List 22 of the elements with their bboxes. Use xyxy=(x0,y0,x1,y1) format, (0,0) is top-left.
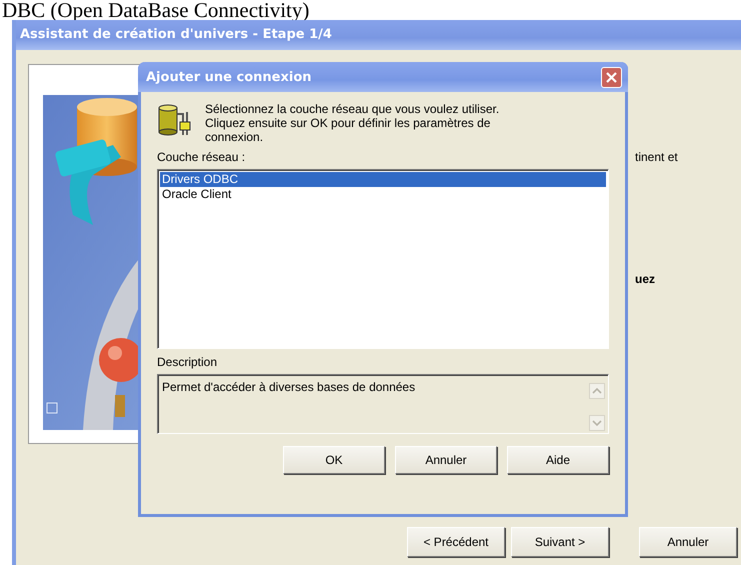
nav-button[interactable]: < Précédent xyxy=(407,527,505,557)
close-button[interactable] xyxy=(601,66,622,88)
wizard-text: uez xyxy=(635,272,656,286)
dialog-button[interactable]: Aide xyxy=(507,446,609,474)
list-item[interactable]: Drivers ODBC xyxy=(160,172,606,187)
list-item[interactable]: Oracle Client xyxy=(160,187,606,202)
cancel-button[interactable]: Annuler xyxy=(639,527,737,557)
description-label: Description xyxy=(157,355,218,369)
nav-button[interactable]: Suivant > xyxy=(511,527,609,557)
dialog-button[interactable]: OK xyxy=(283,446,385,474)
wizard-text: tinent et xyxy=(635,150,678,164)
instruction-text: Sélectionnez la couche réseau que vous voulez utiliser. Cliquez ensuite sur OK pour définir les paramètres de connexion. xyxy=(205,102,500,144)
database-plug-icon xyxy=(157,102,193,138)
description-text: Permet d'accéder à diverses bases de données xyxy=(161,379,416,396)
document-heading: DBC (Open DataBase Connectivity) xyxy=(1,0,310,20)
window-title: Assistant de création d'univers - Etape 1/4 xyxy=(16,20,741,50)
dialog-title: Ajouter une connexion xyxy=(146,70,312,84)
scroll-down-icon[interactable] xyxy=(589,415,605,431)
list-label: Couche réseau : xyxy=(157,150,246,164)
dialog-button[interactable]: Annuler xyxy=(395,446,497,474)
close-icon xyxy=(605,70,618,84)
scroll-up-icon[interactable] xyxy=(589,383,605,399)
